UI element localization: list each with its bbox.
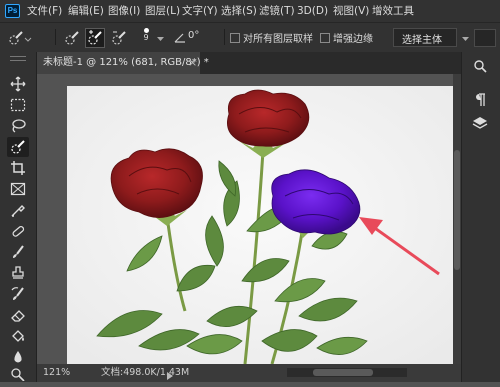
brush-tool[interactable] [7, 242, 29, 262]
quick-selection-icon [11, 140, 25, 154]
search-panel-button[interactable] [469, 56, 491, 76]
brush-subtract-icon [112, 31, 126, 45]
brush-icon [13, 245, 24, 258]
crop-tool[interactable] [7, 158, 29, 178]
vertical-scrollbar-thumb[interactable] [454, 150, 460, 270]
select-subject-button[interactable]: 选择主体 [393, 28, 457, 47]
sample-all-layers-label: 对所有图层取样 [243, 34, 313, 45]
brush-add-icon [88, 30, 102, 45]
quick-selection-icon [9, 31, 32, 45]
brush-size-picker[interactable]: 9 [138, 26, 154, 48]
document-tab-title: 未标题-1 @ 121% (681, RGB/8*) * [43, 57, 209, 68]
close-tab-icon[interactable]: × [188, 52, 197, 74]
menu-image[interactable]: 图像(I) [108, 0, 140, 22]
menu-layer[interactable]: 图层(L) [145, 0, 180, 22]
layers-panel-button[interactable] [469, 113, 491, 133]
healing-icon [12, 225, 25, 237]
frame-tool[interactable] [7, 179, 29, 199]
menu-plugins[interactable]: 增效工具 [372, 0, 414, 22]
options-separator [224, 29, 225, 45]
document-size-info[interactable]: 文档:498.0K/1.43M [101, 364, 189, 382]
blur-tool[interactable] [7, 347, 29, 367]
select-subject-label: 选择主体 [402, 35, 442, 46]
menu-edit[interactable]: 编辑(E) [68, 0, 104, 22]
options-separator [55, 29, 56, 45]
brush-size-dropdown-icon[interactable] [157, 34, 164, 45]
dodge-icon [11, 368, 25, 381]
menu-file[interactable]: 文件(F) [27, 0, 62, 22]
blur-icon [14, 351, 22, 363]
panel-grip[interactable] [10, 56, 26, 61]
bucket-icon [12, 330, 24, 342]
enhance-edge-checkbox[interactable] [320, 33, 330, 43]
tool-preset-picker[interactable] [6, 29, 32, 47]
brush-selection-icon [65, 31, 79, 45]
zoom-level[interactable]: 121% [43, 364, 70, 382]
brush-size-value: 9 [143, 33, 149, 42]
sample-all-layers-checkbox[interactable] [230, 33, 240, 43]
select-subject-dropdown-icon[interactable] [462, 34, 469, 45]
menu-view[interactable]: 视图(V) [333, 0, 369, 22]
menu-type[interactable]: 文字(Y) [182, 0, 218, 22]
new-selection-mode-button[interactable] [63, 29, 81, 47]
menu-filter[interactable]: 滤镜(T) [259, 0, 295, 22]
lasso-icon [12, 119, 26, 133]
healing-brush-tool[interactable] [7, 221, 29, 241]
marquee-tool[interactable] [7, 95, 29, 115]
enhance-edge-label: 增强边缘 [333, 34, 373, 45]
canvas-image [67, 86, 453, 364]
marquee-icon [10, 98, 26, 112]
history-brush-tool[interactable] [7, 284, 29, 304]
frame-icon [10, 182, 26, 196]
stamp-icon [12, 266, 24, 279]
lasso-tool[interactable] [7, 116, 29, 136]
crop-icon [11, 161, 25, 175]
document-tab[interactable]: 未标题-1 @ 121% (681, RGB/8*) * × [37, 52, 209, 74]
horizontal-scrollbar-thumb[interactable] [313, 369, 373, 376]
angle-field[interactable]: 0° [188, 28, 222, 44]
status-bar: 121% 文档:498.0K/1.43M [37, 364, 461, 382]
move-tool[interactable] [7, 74, 29, 94]
paint-bucket-tool[interactable] [7, 326, 29, 346]
photoshop-logo[interactable]: Ps [5, 4, 20, 18]
paragraph-panel-button[interactable] [469, 90, 491, 110]
select-and-mask-button[interactable] [474, 29, 496, 47]
angle-icon [173, 30, 187, 47]
paragraph-icon [476, 93, 485, 106]
subtract-from-selection-mode-button[interactable] [110, 29, 128, 47]
quick-selection-tool[interactable] [7, 137, 29, 157]
status-menu-icon[interactable] [167, 369, 173, 387]
eyedropper-icon [11, 205, 25, 217]
menu-select[interactable]: 选择(S) [221, 0, 257, 22]
canvas[interactable] [67, 86, 453, 364]
eraser-tool[interactable] [7, 305, 29, 325]
add-to-selection-mode-button[interactable] [85, 28, 105, 48]
history-brush-icon [11, 287, 24, 300]
clone-stamp-tool[interactable] [7, 263, 29, 283]
menu-3d[interactable]: 3D(D) [297, 0, 328, 22]
eraser-icon [11, 310, 25, 322]
eyedropper-tool[interactable] [7, 200, 29, 220]
move-icon [10, 76, 26, 92]
layers-icon [472, 117, 488, 129]
dodge-tool[interactable] [7, 366, 29, 382]
search-icon [474, 60, 487, 73]
menu-bar: Ps 文件(F) 编辑(E) 图像(I) 图层(L) 文字(Y) 选择(S) 滤… [0, 0, 500, 22]
